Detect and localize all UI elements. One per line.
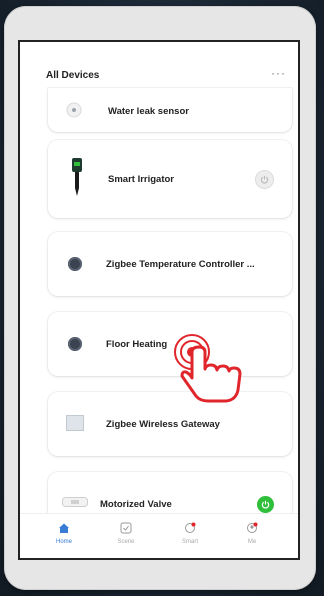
device-card-water-leak-sensor[interactable]: Water leak sensor <box>48 88 292 132</box>
thermostat-icon <box>68 257 82 271</box>
smart-icon <box>170 520 210 536</box>
device-name: Water leak sensor <box>108 106 189 117</box>
power-icon <box>260 175 269 184</box>
tab-label: Me <box>247 539 257 545</box>
more-options-button[interactable]: ··· <box>271 66 286 80</box>
device-card-smart-irrigator[interactable]: Smart Irrigator <box>48 140 292 218</box>
home-icon <box>44 520 84 536</box>
tab-smart[interactable]: Smart <box>170 520 210 545</box>
me-icon <box>232 520 272 536</box>
power-icon <box>261 500 270 509</box>
device-name: Zigbee Wireless Gateway <box>106 419 220 430</box>
tab-label: Scene <box>117 539 135 545</box>
device-name: Smart Irrigator <box>108 174 174 185</box>
phone-frame: All Devices ··· Water leak sensor Smart … <box>4 6 316 590</box>
smart-irrigator-icon <box>70 158 84 201</box>
gateway-icon <box>66 415 84 436</box>
tab-home[interactable]: Home <box>44 520 84 545</box>
tab-label: Home <box>55 539 72 545</box>
power-toggle[interactable] <box>255 170 274 189</box>
page-title: All Devices <box>46 70 100 81</box>
device-card-zigbee-temperature-controller[interactable]: Zigbee Temperature Controller ... <box>48 232 292 296</box>
tab-me[interactable]: Me <box>232 520 272 545</box>
thermostat-icon <box>68 337 82 351</box>
power-toggle[interactable] <box>257 496 274 513</box>
tap-hand-icon <box>174 334 242 403</box>
tab-scene[interactable]: Scene <box>106 520 146 545</box>
device-name: Motorized Valve <box>100 499 172 510</box>
app-screen: All Devices ··· Water leak sensor Smart … <box>18 40 300 560</box>
header: All Devices ··· <box>20 42 298 84</box>
device-name: Zigbee Temperature Controller ... <box>106 259 255 270</box>
valve-icon <box>62 495 88 514</box>
tab-label: Smart <box>181 539 198 545</box>
water-leak-sensor-icon <box>66 102 82 123</box>
scene-icon <box>106 520 146 536</box>
bottom-tab-bar: Home Scene Smart Me <box>20 513 298 558</box>
device-name: Floor Heating <box>106 339 168 350</box>
